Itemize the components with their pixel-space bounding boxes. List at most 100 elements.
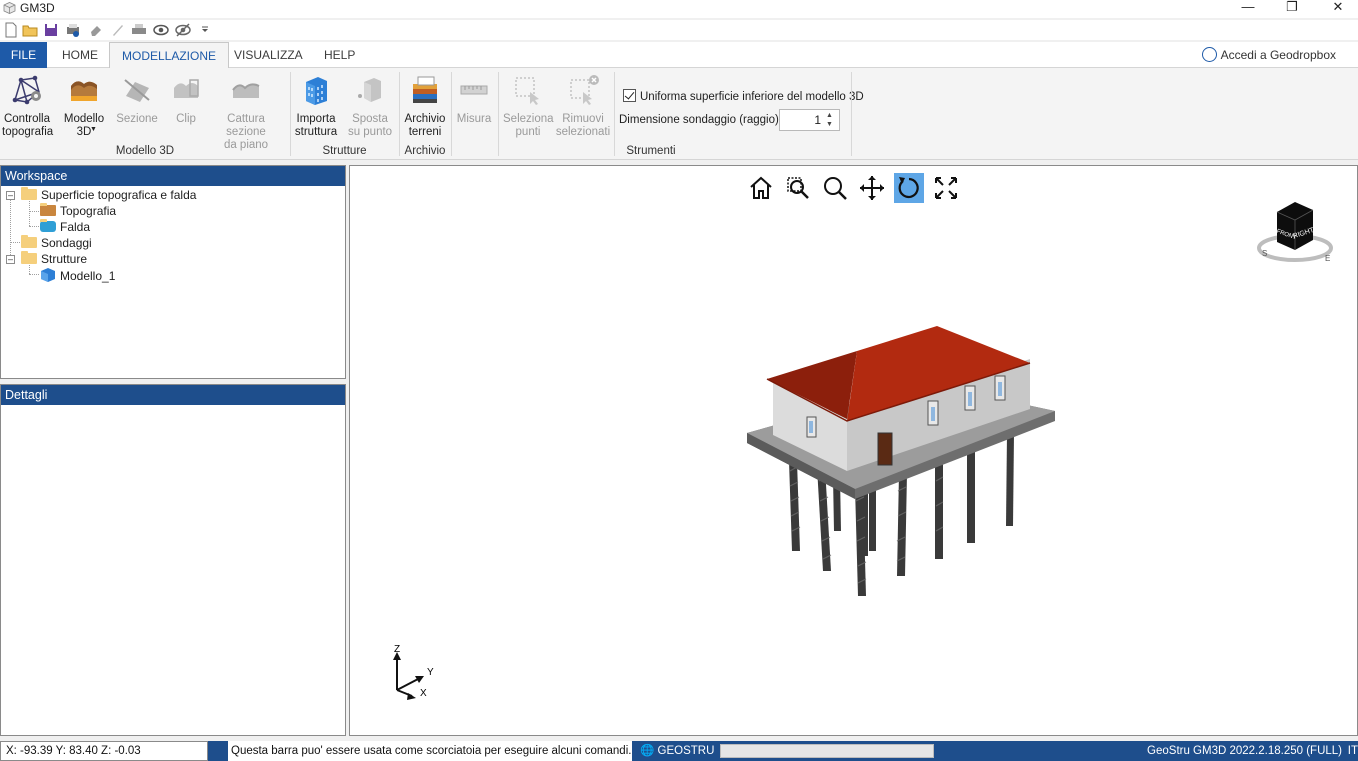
importa-struttura-button[interactable]: Importa struttura: [293, 74, 339, 139]
building-import-icon: [306, 77, 327, 105]
collapse-icon[interactable]: –: [6, 255, 15, 264]
ribbon-separator: [614, 72, 615, 156]
tree-item-superficie[interactable]: Superficie topografica e falda: [21, 187, 197, 202]
ribbon-separator: [451, 72, 452, 156]
dimensione-sondaggio-value[interactable]: 1: [814, 113, 821, 127]
open-folder-icon[interactable]: [22, 22, 38, 38]
capture-section-icon: [232, 83, 260, 98]
topography-network-icon: [12, 75, 41, 105]
tree-item-sondaggi[interactable]: Sondaggi: [21, 235, 92, 250]
tree-line: [29, 274, 39, 275]
workspace-panel: Workspace – Superficie topografica e fal…: [0, 165, 346, 379]
tab-home[interactable]: HOME: [50, 42, 110, 68]
tab-help[interactable]: HELP: [312, 42, 367, 68]
tree-item-strutture-label: Strutture: [41, 252, 88, 266]
door: [877, 432, 893, 466]
eye-hidden-icon[interactable]: [175, 22, 191, 38]
collapse-icon[interactable]: –: [6, 191, 15, 200]
importa-struttura-label: Importa struttura: [294, 113, 338, 138]
cattura-sezione-button[interactable]: Cattura sezione da piano: [206, 74, 286, 152]
language-indicator[interactable]: IT: [1348, 741, 1358, 761]
pen-icon[interactable]: [110, 22, 126, 38]
zoom-window-icon[interactable]: [783, 173, 813, 203]
rotate-icon[interactable]: [894, 173, 924, 203]
terrain-model-icon: [71, 81, 97, 101]
axis-y-label: Y: [427, 667, 434, 678]
axis-x-label: X: [420, 688, 427, 699]
spin-down-icon[interactable]: ▼: [826, 121, 836, 129]
tree-item-falda[interactable]: Falda: [40, 219, 91, 234]
eraser-icon[interactable]: [88, 22, 104, 38]
tree-item-topografia[interactable]: Topografia: [40, 203, 116, 218]
close-button[interactable]: ✕: [1318, 0, 1358, 18]
viewport-3d[interactable]: RIGHT FRONT S E Z Y X: [349, 165, 1358, 736]
controlla-topografia-button[interactable]: Controlla topografia: [2, 74, 53, 139]
tree-item-falda-label: Falda: [60, 220, 91, 234]
dropdown-arrow-icon: ▼: [90, 126, 97, 133]
tree-line: [10, 195, 11, 259]
ribbon-tabs: FILE HOME MODELLAZIONE VISUALIZZA HELP A…: [0, 42, 1358, 69]
sposta-su-punto-button[interactable]: Sposta su punto: [345, 74, 395, 139]
tab-file[interactable]: FILE: [0, 42, 47, 68]
sezione-button[interactable]: Sezione: [116, 74, 158, 126]
building-icon: [41, 268, 55, 282]
terrain-icon: [40, 203, 56, 216]
tab-visualizza[interactable]: VISUALIZZA: [222, 42, 315, 68]
group-label-archivio: Archivio: [404, 145, 446, 157]
checkbox-checked-icon[interactable]: [623, 89, 636, 102]
3d-building-model[interactable]: [745, 321, 1060, 601]
print-preview-icon[interactable]: [65, 22, 81, 38]
print-icon[interactable]: [131, 22, 147, 38]
rimuovi-selezionati-button[interactable]: Rimuovi selezionati: [555, 74, 611, 139]
home-view-icon[interactable]: [746, 173, 776, 203]
seleziona-punti-button[interactable]: Seleziona punti: [503, 74, 554, 139]
axis-triad: Z Y X: [393, 644, 434, 700]
ribbon-separator: [851, 72, 852, 156]
workspace-title: Workspace: [1, 166, 345, 186]
command-bar[interactable]: Questa barra puo' essere usata come scor…: [228, 741, 632, 761]
move-to-point-icon: [358, 78, 381, 102]
status-bar: X: -93.39 Y: 83.40 Z: -0.03 Questa barra…: [0, 741, 1358, 761]
archivio-terreni-button[interactable]: Archivio terreni: [402, 74, 448, 139]
title-bar: GM3D — ❐ ✕: [0, 0, 1358, 18]
cursor-coordinates: X: -93.39 Y: 83.40 Z: -0.03: [0, 741, 208, 761]
water-table-icon: [40, 219, 56, 232]
tree-line: [29, 211, 39, 212]
eye-icon[interactable]: [153, 22, 169, 38]
minimize-button[interactable]: —: [1228, 0, 1268, 18]
modello-3d-button[interactable]: Modello 3D ▼: [62, 74, 106, 139]
clip-button[interactable]: Clip: [166, 74, 206, 126]
restore-button[interactable]: ❐: [1272, 0, 1312, 18]
app-icon: [3, 2, 16, 14]
tree-item-strutture[interactable]: Strutture: [21, 251, 88, 266]
ribbon-panel: Controlla topografia Modello 3D ▼ Sezion…: [0, 68, 1358, 160]
navigation-cube[interactable]: RIGHT FRONT S E: [1255, 196, 1335, 268]
pan-icon[interactable]: [857, 173, 887, 203]
dimensione-sondaggio-stepper[interactable]: 1 ▲ ▼: [779, 109, 840, 131]
rimuovi-selezionati-label: Rimuovi selezionati: [555, 113, 611, 138]
fullscreen-icon[interactable]: [931, 173, 961, 203]
window-title: GM3D: [20, 1, 55, 15]
tree-item-superficie-label: Superficie topografica e falda: [41, 188, 197, 202]
geostru-label: GEOSTRU: [657, 745, 715, 757]
tab-modellazione[interactable]: MODELLAZIONE: [109, 42, 230, 69]
save-icon[interactable]: [43, 22, 59, 38]
clip-icon: [174, 79, 199, 98]
zoom-icon[interactable]: [820, 173, 850, 203]
misura-button[interactable]: Misura: [455, 74, 493, 126]
new-file-icon[interactable]: [3, 22, 19, 38]
spin-up-icon[interactable]: ▲: [826, 112, 836, 120]
uniforma-superficie-label: Uniforma superficie inferiore del modell…: [640, 91, 864, 103]
details-panel: Dettagli: [0, 384, 346, 736]
customize-qat-icon[interactable]: [199, 22, 211, 38]
geostru-link[interactable]: 🌐 GEOSTRU: [640, 741, 714, 761]
version-label: GeoStru GM3D 2022.2.18.250 (FULL): [1147, 745, 1342, 757]
uniforma-superficie-checkbox[interactable]: Uniforma superficie inferiore del modell…: [623, 89, 864, 103]
geodropbox-login[interactable]: Accedi a Geodropbox: [1201, 47, 1336, 62]
axis-z-label: Z: [394, 644, 400, 655]
tree-item-modello-1[interactable]: Modello_1: [40, 268, 115, 283]
tree-item-sondaggi-label: Sondaggi: [41, 236, 92, 250]
soil-archive-icon: [413, 76, 437, 103]
compass-e: E: [1325, 254, 1330, 263]
ribbon-separator: [498, 72, 499, 156]
